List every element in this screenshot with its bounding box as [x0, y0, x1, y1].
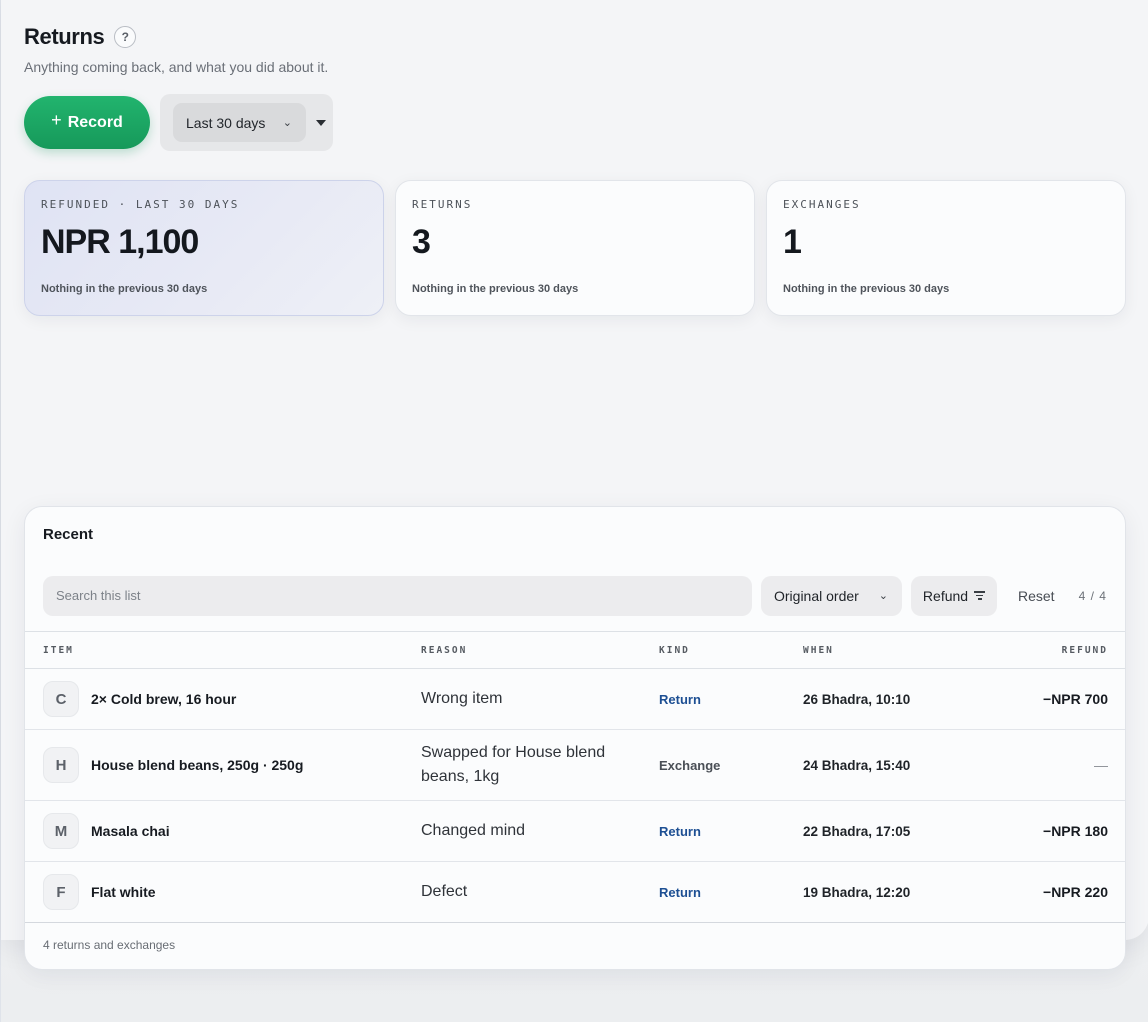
item-name: Flat white — [91, 884, 156, 900]
item-avatar: H — [43, 747, 79, 783]
page-subtitle: Anything coming back, and what you did a… — [24, 59, 329, 75]
chevron-down-icon: ⌄ — [878, 590, 888, 602]
plus-icon: + — [51, 110, 62, 130]
stat-card-returns: RETURNS 3 Nothing in the previous 30 day… — [395, 180, 755, 316]
table-row[interactable]: F Flat white Defect Return 19 Bhadra, 12… — [25, 861, 1125, 923]
returns-table: ITEM REASON KIND WHEN REFUND C 2× Cold b… — [25, 631, 1125, 923]
filter-icon — [974, 591, 986, 600]
item-avatar: M — [43, 813, 79, 849]
refund-filter-label: Refund — [922, 587, 969, 604]
table-row[interactable]: H House blend beans, 250g · 250g Swapped… — [25, 729, 1125, 801]
refund-amount: −NPR 220 — [1043, 884, 1108, 900]
stat-value: 3 — [412, 223, 431, 261]
stat-card-refunded: REFUNDED · LAST 30 DAYS NPR 1,100 Nothin… — [24, 180, 384, 316]
list-filters: Original order ⌄ Refund Reset 4 / 4 — [43, 575, 1109, 616]
record-button-label: Record — [67, 113, 123, 131]
column-header-when[interactable]: WHEN — [803, 632, 1003, 669]
date-range-value: Last 30 days — [186, 114, 266, 131]
title-row: Returns ? — [24, 24, 137, 50]
stat-label: EXCHANGES — [783, 198, 861, 211]
result-count: 4 / 4 — [1078, 588, 1107, 603]
action-bar: + Record Last 30 days ⌄ — [24, 94, 333, 151]
refund-amount: −NPR 700 — [1043, 691, 1108, 707]
date-range-select[interactable]: Last 30 days ⌄ — [173, 103, 306, 142]
reason-text: Swapped for House blend beans, 1kg — [421, 744, 606, 785]
when-text: 19 Bhadra, 12:20 — [803, 884, 911, 900]
sort-order-value: Original order — [774, 587, 859, 604]
stat-label: RETURNS — [412, 198, 473, 211]
table-footer: 4 returns and exchanges — [43, 938, 176, 952]
reason-text: Defect — [421, 883, 468, 900]
table-row[interactable]: M Masala chai Changed mind Return 22 Bha… — [25, 800, 1125, 862]
item-name: Masala chai — [91, 823, 170, 839]
date-range-control: Last 30 days ⌄ — [160, 94, 333, 151]
refund-filter-button[interactable]: Refund — [911, 575, 997, 616]
stat-note: Nothing in the previous 30 days — [41, 283, 208, 295]
stat-cards: REFUNDED · LAST 30 DAYS NPR 1,100 Nothin… — [24, 180, 1126, 316]
reset-button[interactable]: Reset — [1018, 588, 1055, 604]
column-header-item: ITEM — [43, 644, 74, 656]
when-text: 24 Bhadra, 15:40 — [803, 757, 911, 773]
item-avatar: F — [43, 874, 79, 910]
reason-text: Changed mind — [421, 822, 526, 839]
item-name: 2× Cold brew, 16 hour — [91, 691, 237, 707]
table-header-row: ITEM REASON KIND WHEN REFUND — [25, 631, 1125, 669]
refund-amount: — — [1094, 757, 1108, 773]
kind-badge: Return — [659, 884, 701, 900]
column-header-reason: REASON — [421, 644, 468, 656]
item-avatar: C — [43, 681, 79, 717]
search-input[interactable] — [43, 575, 752, 616]
item-name: House blend beans, 250g · 250g — [91, 757, 304, 773]
column-header-refund[interactable]: REFUND — [1003, 632, 1125, 669]
column-header-kind: KIND — [659, 644, 690, 656]
stat-value: 1 — [783, 223, 802, 261]
table-row[interactable]: C 2× Cold brew, 16 hour Wrong item Retur… — [25, 668, 1125, 730]
dropdown-caret-icon[interactable] — [316, 119, 326, 126]
help-icon[interactable]: ? — [114, 26, 137, 48]
recent-title: Recent — [43, 526, 94, 543]
kind-badge: Exchange — [659, 757, 721, 773]
kind-badge: Return — [659, 691, 701, 707]
page-title: Returns — [24, 24, 105, 49]
stat-value: NPR 1,100 — [41, 223, 199, 261]
sort-order-select[interactable]: Original order ⌄ — [761, 575, 902, 616]
stat-card-exchanges: EXCHANGES 1 Nothing in the previous 30 d… — [766, 180, 1126, 316]
refund-amount: −NPR 180 — [1043, 823, 1108, 839]
stat-label: REFUNDED · LAST 30 DAYS — [41, 198, 240, 211]
stat-note: Nothing in the previous 30 days — [412, 283, 579, 295]
record-button[interactable]: + Record — [24, 96, 150, 149]
when-text: 22 Bhadra, 17:05 — [803, 823, 911, 839]
stat-note: Nothing in the previous 30 days — [783, 283, 950, 295]
page: Returns ? Anything coming back, and what… — [0, 0, 1148, 1022]
kind-badge: Return — [659, 823, 701, 839]
when-text: 26 Bhadra, 10:10 — [803, 691, 911, 707]
recent-panel: Recent Original order ⌄ Refund Reset 4 /… — [24, 506, 1126, 970]
reason-text: Wrong item — [421, 690, 503, 707]
chevron-down-icon: ⌄ — [282, 117, 292, 129]
